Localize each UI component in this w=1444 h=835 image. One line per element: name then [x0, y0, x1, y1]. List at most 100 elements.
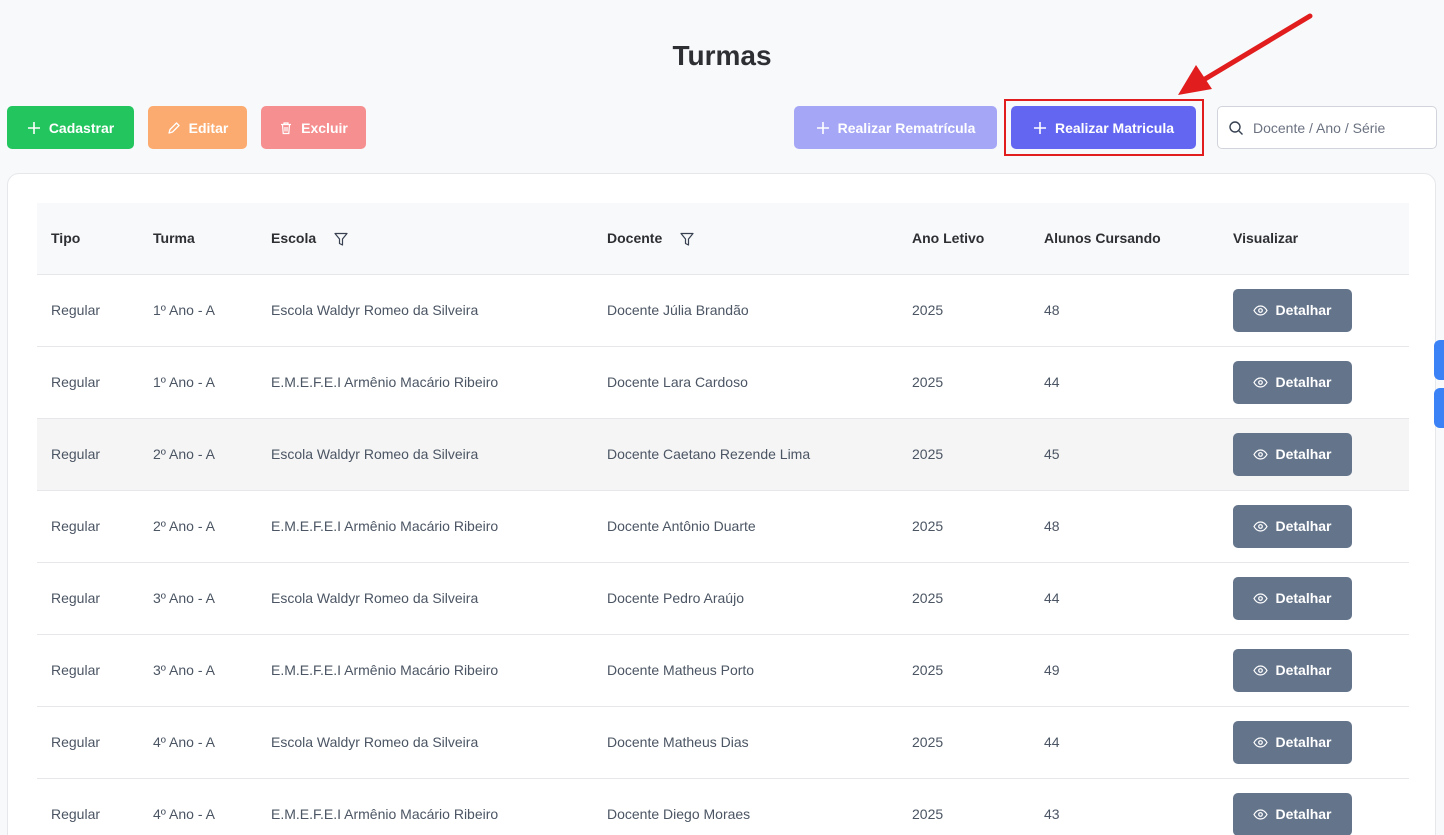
detalhar-label: Detalhar — [1275, 806, 1332, 822]
cell-turma: 2º Ano - A — [153, 446, 215, 462]
cell-docente: Docente Júlia Brandão — [607, 302, 749, 318]
cell-escola: Escola Waldyr Romeo da Silveira — [271, 590, 479, 606]
cell-tipo: Regular — [51, 302, 101, 318]
realizar-rematricula-button[interactable]: Realizar Rematrícula — [794, 106, 997, 149]
cell-alunos: 44 — [1044, 374, 1060, 390]
detalhar-button[interactable]: Detalhar — [1233, 576, 1352, 620]
cell-turma: 4º Ano - A — [153, 734, 215, 750]
cell-ano: 2025 — [912, 302, 944, 318]
cell-ano: 2025 — [912, 446, 944, 462]
pencil-icon — [168, 121, 180, 134]
cell-visualizar: Detalhar — [1219, 274, 1409, 346]
cell-docente: Docente Pedro Araújo — [607, 590, 744, 606]
cell-alunos: 44 — [1044, 734, 1060, 750]
detalhar-button[interactable]: Detalhar — [1233, 288, 1352, 332]
side-tab-button[interactable] — [1434, 340, 1444, 380]
header-escola[interactable]: Escola — [257, 203, 593, 275]
cell-alunos: 48 — [1044, 518, 1060, 534]
highlight-box — [1004, 99, 1204, 156]
turmas-table-card: Tipo Turma Escola Docente Ano Letivo Alu… — [7, 173, 1436, 835]
table-row[interactable]: Regular 4º Ano - A Escola Waldyr Romeo da … — [37, 706, 1409, 778]
cell-escola: E.M.E.F.E.I Armênio Macário Ribeiro — [271, 518, 499, 534]
cell-escola: E.M.E.F.E.I Armênio Macário Ribeiro — [271, 662, 499, 678]
cell-docente: Docente Diego Moraes — [607, 806, 751, 822]
cell-docente: Docente Lara Cardoso — [607, 374, 748, 390]
cell-alunos: 48 — [1044, 302, 1060, 318]
cell-escola: Escola Waldyr Romeo da Silveira — [271, 734, 479, 750]
detalhar-button[interactable]: Detalhar — [1233, 360, 1352, 404]
detalhar-button[interactable]: Detalhar — [1233, 648, 1352, 692]
header-ano-letivo[interactable]: Ano Letivo — [898, 203, 1030, 275]
cell-visualizar: Detalhar — [1219, 706, 1409, 778]
cell-alunos: 45 — [1044, 446, 1060, 462]
cadastrar-label: Cadastrar — [48, 119, 115, 136]
detalhar-label: Detalhar — [1275, 446, 1332, 462]
side-tab-button[interactable] — [1434, 388, 1444, 428]
eye-icon — [1253, 736, 1269, 748]
cell-ano: 2025 — [912, 590, 944, 606]
detalhar-label: Detalhar — [1275, 734, 1332, 750]
cell-tipo: Regular — [51, 662, 101, 678]
header-docente[interactable]: Docente — [593, 203, 898, 275]
cell-turma: 1º Ano - A — [153, 374, 215, 390]
search-box[interactable] — [1217, 106, 1437, 149]
filter-icon[interactable] — [680, 232, 694, 247]
cell-docente: Docente Caetano Rezende Lima — [607, 446, 811, 462]
cadastrar-button[interactable]: Cadastrar — [7, 106, 134, 149]
cell-visualizar: Detalhar — [1219, 562, 1409, 634]
cell-ano: 2025 — [912, 374, 944, 390]
cell-turma: 3º Ano - A — [153, 662, 215, 678]
table-row[interactable]: Regular 3º Ano - A Escola Waldyr Romeo da … — [37, 562, 1409, 634]
table-row[interactable]: Regular 4º Ano - A E.M.E.F.E.I Armênio Mac… — [37, 778, 1409, 835]
turmas-table: Tipo Turma Escola Docente Ano Letivo Alu… — [37, 203, 1409, 835]
detalhar-label: Detalhar — [1275, 590, 1332, 606]
detalhar-label: Detalhar — [1275, 662, 1332, 678]
table-row[interactable]: Regular 1º Ano - A Escola Waldyr Romeo da … — [37, 274, 1409, 346]
cell-tipo: Regular — [51, 446, 101, 462]
cell-ano: 2025 — [912, 518, 944, 534]
eye-icon — [1253, 664, 1269, 676]
detalhar-button[interactable]: Detalhar — [1233, 504, 1352, 548]
table-row[interactable]: Regular 2º Ano - A E.M.E.F.E.I Armênio Mac… — [37, 490, 1409, 562]
detalhar-label: Detalhar — [1275, 302, 1332, 318]
cell-turma: 2º Ano - A — [153, 518, 215, 534]
cell-visualizar: Detalhar — [1219, 778, 1409, 835]
detalhar-label: Detalhar — [1275, 374, 1332, 390]
search-input[interactable] — [1253, 119, 1423, 136]
rematricula-label: Realizar Rematrícula — [837, 119, 976, 136]
header-tipo[interactable]: Tipo — [37, 203, 139, 275]
cell-turma: 3º Ano - A — [153, 590, 215, 606]
eye-icon — [1253, 304, 1269, 316]
cell-alunos: 49 — [1044, 662, 1060, 678]
excluir-button[interactable]: Excluir — [261, 106, 366, 149]
cell-ano: 2025 — [912, 662, 944, 678]
search-icon — [1229, 120, 1243, 135]
cell-alunos: 44 — [1044, 590, 1060, 606]
cell-escola: E.M.E.F.E.I Armênio Macário Ribeiro — [271, 806, 499, 822]
cell-tipo: Regular — [51, 374, 101, 390]
filter-icon[interactable] — [334, 232, 348, 247]
eye-icon — [1253, 592, 1269, 604]
header-turma[interactable]: Turma — [139, 203, 257, 275]
table-header-row: Tipo Turma Escola Docente Ano Letivo Alu… — [37, 203, 1409, 275]
cell-ano: 2025 — [912, 806, 944, 822]
cell-tipo: Regular — [51, 518, 101, 534]
cell-tipo: Regular — [51, 806, 101, 822]
table-row[interactable]: Regular 3º Ano - A E.M.E.F.E.I Armênio Mac… — [37, 634, 1409, 706]
header-alunos-cursando[interactable]: Alunos Cursando — [1030, 203, 1219, 275]
detalhar-button[interactable]: Detalhar — [1233, 792, 1352, 835]
table-row[interactable]: Regular 1º Ano - A E.M.E.F.E.I Armênio Mac… — [37, 346, 1409, 418]
annotation-arrow-icon — [1178, 13, 1313, 95]
cell-turma: 1º Ano - A — [153, 302, 215, 318]
cell-visualizar: Detalhar — [1219, 490, 1409, 562]
eye-icon — [1253, 448, 1269, 460]
eye-icon — [1253, 520, 1269, 532]
editar-button[interactable]: Editar — [148, 106, 247, 149]
editar-label: Editar — [188, 119, 229, 136]
cell-docente: Docente Matheus Porto — [607, 662, 755, 678]
cell-visualizar: Detalhar — [1219, 418, 1409, 490]
detalhar-button[interactable]: Detalhar — [1233, 720, 1352, 764]
cell-docente: Docente Antônio Duarte — [607, 518, 756, 534]
table-row[interactable]: Regular 2º Ano - A Escola Waldyr Romeo da … — [37, 418, 1409, 490]
detalhar-button[interactable]: Detalhar — [1233, 432, 1352, 476]
